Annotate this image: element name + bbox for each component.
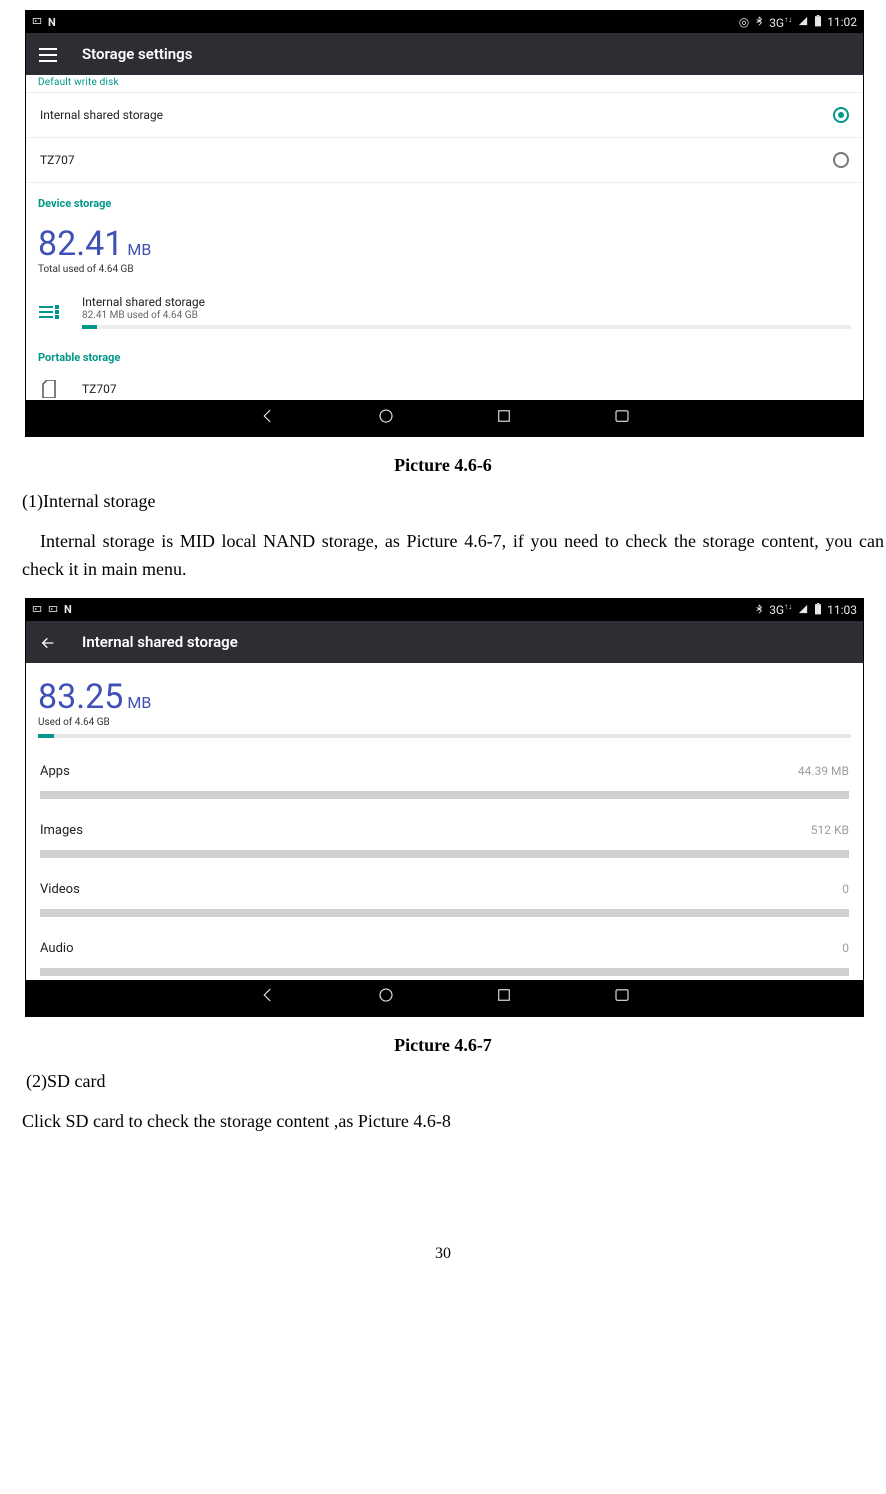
section-device-storage: Device storage (26, 183, 863, 218)
usage-subtext: Used of 4.64 GB (38, 717, 851, 728)
storage-settings-content: Default write disk Internal shared stora… (26, 75, 863, 400)
status-time: 11:03 (827, 604, 857, 616)
category-bar (40, 850, 849, 858)
hamburger-icon[interactable] (36, 45, 60, 63)
category-name: Images (40, 823, 811, 838)
usage-value: 82.41 (38, 224, 123, 264)
status-signal-icon (797, 604, 809, 616)
radio-unselected-icon (833, 152, 849, 168)
category-bar (40, 791, 849, 799)
category-name: Apps (40, 764, 798, 779)
android-status-bar: N 3G↑↓ 11:03 (26, 599, 863, 621)
radio-tz707[interactable]: TZ707 (26, 138, 863, 183)
status-battery-icon (814, 603, 822, 617)
internal-storage-content: 83.25MB Used of 4.64 GB Apps 44.39 MB Im… (26, 663, 863, 980)
app-bar: Internal shared storage (26, 621, 863, 663)
screenshot-4-6-7: N 3G↑↓ 11:03 Internal shared storage 83.… (25, 598, 864, 1017)
status-cast-icon: ◎ (739, 16, 749, 28)
caption-4-6-7: Picture 4.6-7 (0, 1035, 886, 1056)
category-videos[interactable]: Videos 0 (26, 862, 863, 921)
status-image-icon (32, 603, 42, 617)
radio-selected-icon (833, 107, 849, 123)
nav-home-icon[interactable] (377, 986, 395, 1009)
status-network-label: 3G↑↓ (769, 603, 792, 616)
page-number: 30 (0, 1245, 886, 1263)
internal-storage-bar (82, 325, 851, 329)
caption-4-6-6: Picture 4.6-6 (0, 455, 886, 476)
category-value: 0 (842, 882, 849, 896)
nav-screenshot-icon[interactable] (613, 407, 631, 430)
usage-unit: MB (127, 693, 151, 712)
app-bar: Storage settings (26, 33, 863, 75)
sd-card-icon (38, 378, 60, 400)
category-audio[interactable]: Audio 0 (26, 921, 863, 980)
usage-unit: MB (127, 240, 151, 259)
status-signal-icon (797, 16, 809, 28)
radio-label: TZ707 (40, 153, 833, 167)
usage-value: 83.25 (38, 677, 123, 717)
status-image-icon (48, 603, 58, 617)
radio-internal-storage[interactable]: Internal shared storage (26, 93, 863, 138)
android-nav-bar (26, 400, 863, 436)
portable-item-title: TZ707 (82, 382, 117, 396)
internal-storage-sub: 82.41 MB used of 4.64 GB (82, 310, 851, 321)
heading-sd-card: (2)SD card (26, 1068, 864, 1096)
app-bar-title: Internal shared storage (82, 633, 238, 651)
category-value: 44.39 MB (798, 764, 849, 778)
heading-internal-storage: (1)Internal storage (22, 488, 864, 516)
section-portable-storage: Portable storage (26, 337, 863, 372)
status-image-icon (32, 15, 42, 29)
back-icon[interactable] (36, 633, 60, 651)
category-bar (40, 968, 849, 976)
storage-list-icon (38, 301, 60, 323)
section-default-write-disk: Default write disk (26, 75, 863, 93)
portable-storage-item[interactable]: TZ707 (26, 372, 863, 400)
nav-screenshot-icon[interactable] (613, 986, 631, 1009)
internal-usage: 83.25MB Used of 4.64 GB (26, 663, 863, 744)
status-network-label: 3G↑↓ (769, 16, 792, 29)
status-n-icon: N (64, 603, 72, 616)
android-nav-bar (26, 980, 863, 1016)
category-name: Videos (40, 882, 842, 897)
status-battery-icon (814, 15, 822, 29)
status-bluetooth-icon (754, 15, 764, 29)
nav-back-icon[interactable] (259, 407, 277, 430)
category-value: 0 (842, 941, 849, 955)
category-value: 512 KB (811, 823, 849, 837)
paragraph-sd-card: Click SD card to check the storage conte… (22, 1108, 864, 1136)
internal-storage-item[interactable]: Internal shared storage 82.41 MB used of… (26, 281, 863, 337)
radio-label: Internal shared storage (40, 108, 833, 122)
android-status-bar: N ◎ 3G↑↓ 11:02 (26, 11, 863, 33)
usage-subtext: Total used of 4.64 GB (38, 264, 851, 275)
category-name: Audio (40, 941, 842, 956)
screenshot-4-6-6: N ◎ 3G↑↓ 11:02 Storage settings Default … (25, 10, 864, 437)
usage-progress-bar (38, 734, 851, 738)
nav-recents-icon[interactable] (495, 986, 513, 1009)
internal-storage-title: Internal shared storage (82, 295, 851, 309)
category-images[interactable]: Images 512 KB (26, 803, 863, 862)
app-bar-title: Storage settings (82, 45, 192, 63)
nav-home-icon[interactable] (377, 407, 395, 430)
nav-back-icon[interactable] (259, 986, 277, 1009)
category-bar (40, 909, 849, 917)
category-apps[interactable]: Apps 44.39 MB (26, 744, 863, 803)
status-n-icon: N (48, 16, 56, 29)
nav-recents-icon[interactable] (495, 407, 513, 430)
device-storage-usage: 82.41MB Total used of 4.64 GB (26, 218, 863, 281)
status-time: 11:02 (827, 16, 857, 28)
status-bluetooth-icon (754, 603, 764, 617)
paragraph-internal-storage: Internal storage is MID local NAND stora… (0, 528, 886, 584)
